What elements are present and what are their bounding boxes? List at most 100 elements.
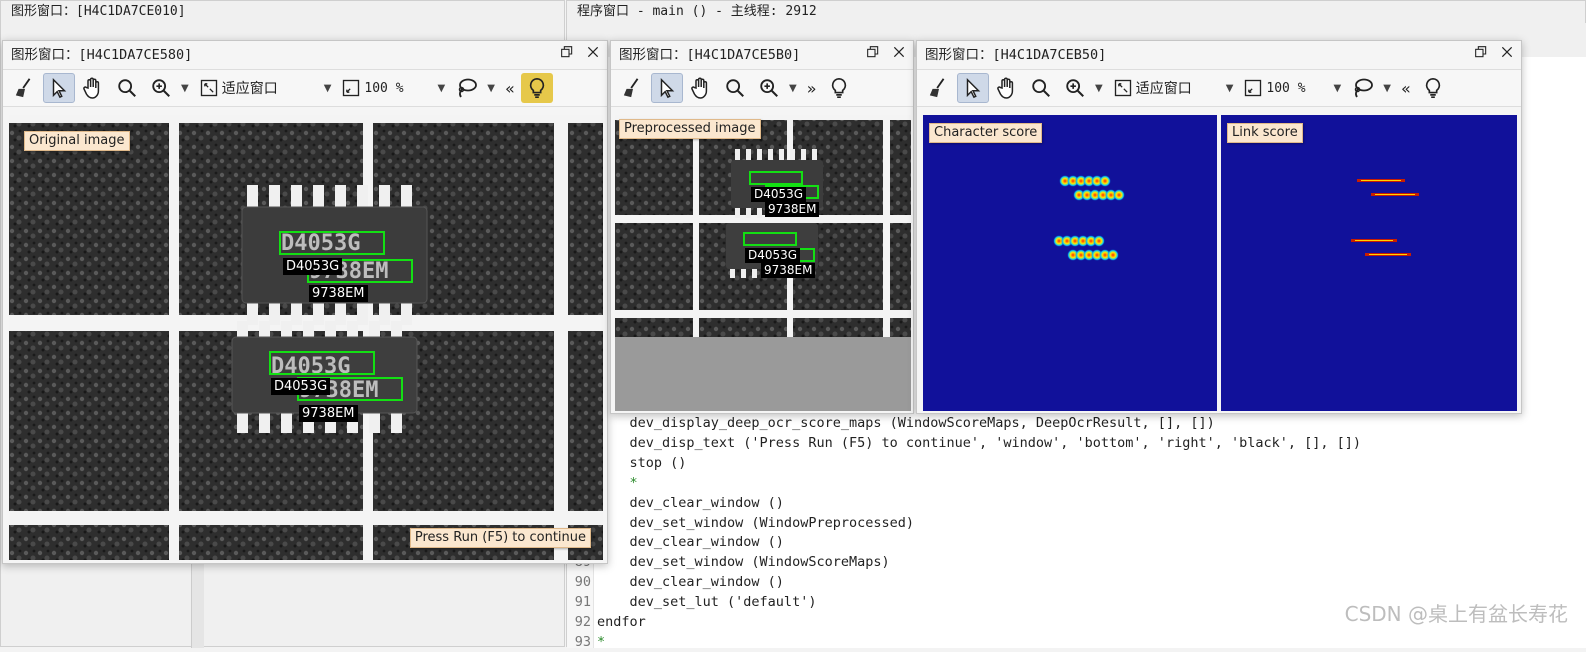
code-line[interactable]: 89 dev_set_window (WindowScoreMaps) — [567, 552, 890, 572]
link-score-heatmap — [1351, 179, 1419, 256]
close-button[interactable] — [1499, 41, 1515, 69]
original-image-window[interactable]: 图形窗口：[H4C1DA7CE580] ▼ 适应窗口 ▼ 100 % ▼ ▼ « — [2, 40, 608, 564]
clear-button[interactable] — [9, 73, 41, 103]
fit-window-button[interactable]: 适应窗口 — [195, 73, 282, 103]
pan-button[interactable] — [991, 73, 1023, 103]
close-icon — [585, 44, 601, 60]
code-line[interactable]: 83 dev_disp_text ('Press Run (F5) to con… — [567, 433, 1361, 453]
lasso-button[interactable] — [451, 73, 483, 103]
ocr-result-label: D4053G — [751, 187, 807, 202]
hand-icon — [689, 76, 713, 100]
hand-icon — [81, 76, 105, 100]
restore-button[interactable] — [559, 41, 575, 69]
fit-window-icon — [1113, 78, 1133, 98]
chevron-down-icon[interactable]: ▼ — [1334, 83, 1342, 94]
zoom-percent-button[interactable]: 100 % — [1239, 73, 1309, 103]
zoom-in-icon — [150, 77, 172, 99]
chevron-down-icon[interactable]: ▼ — [324, 83, 332, 94]
zoom-in-button[interactable] — [1059, 73, 1091, 103]
select-button[interactable] — [651, 73, 683, 103]
score-maps-window[interactable]: 图形窗口：[H4C1DA7CEB50] ▼ 适应窗口 ▼ 100 % ▼ ▼ « — [916, 40, 1522, 414]
clear-button[interactable] — [923, 73, 955, 103]
ocr-box — [279, 231, 385, 255]
window-title: 图形窗口：[H4C1DA7CEB50] — [925, 47, 1107, 63]
image-caption: Character score — [929, 123, 1043, 143]
code-line[interactable]: 82 dev_display_deep_ocr_score_maps (Wind… — [567, 413, 1215, 433]
ocr-result-label: D4053G — [271, 378, 331, 395]
clear-button[interactable] — [617, 73, 649, 103]
magnify-button[interactable] — [719, 73, 751, 103]
continue-message: Press Run (F5) to continue — [409, 528, 591, 548]
link-score-map[interactable]: Link score — [1221, 115, 1517, 411]
character-score-map[interactable]: Character score — [923, 115, 1217, 411]
magnify-button[interactable] — [1025, 73, 1057, 103]
ocr-result-label: D4053G — [745, 248, 801, 263]
lasso-icon — [455, 76, 479, 100]
broom-icon — [928, 77, 950, 99]
select-button[interactable] — [43, 73, 75, 103]
window-title-bar[interactable]: 图形窗口：[H4C1DA7CE5B0] — [611, 41, 913, 69]
fit-window-button[interactable]: 适应窗口 — [1109, 73, 1196, 103]
chevron-down-icon[interactable]: ▼ — [1095, 83, 1103, 94]
original-image-canvas[interactable]: D4053G 9738EM D4053G 9738EM D4053G 9738E… — [9, 115, 603, 560]
more-button[interactable]: » — [803, 73, 821, 103]
pan-button[interactable] — [77, 73, 109, 103]
magnify-button[interactable] — [111, 73, 143, 103]
code-line[interactable]: 93 * — [567, 632, 605, 652]
window-title-bar[interactable]: 图形窗口：[H4C1DA7CE580] — [3, 41, 607, 69]
zoom-percent-icon — [341, 78, 361, 98]
preprocessed-image-window[interactable]: 图形窗口：[H4C1DA7CE5B0] ▼ » D4053G 9738EM D4… — [610, 40, 914, 414]
bulb-button[interactable] — [823, 73, 855, 103]
select-button[interactable] — [957, 73, 989, 103]
ocr-result-label: 9738EM — [309, 285, 368, 302]
pointer-icon — [656, 77, 678, 99]
fit-window-label: 适应窗口 — [1135, 81, 1192, 97]
chevron-down-icon[interactable]: ▼ — [487, 83, 495, 94]
more-button[interactable]: « — [1397, 73, 1415, 103]
chevron-down-icon[interactable]: ▼ — [181, 83, 189, 94]
code-text: stop () — [597, 454, 687, 471]
restore-icon — [1473, 44, 1489, 60]
bulb-button[interactable] — [520, 73, 553, 103]
broom-icon — [622, 77, 644, 99]
chevron-down-icon[interactable]: ▼ — [789, 83, 797, 94]
more-button[interactable]: « — [501, 73, 519, 103]
ocr-result-label: 9738EM — [761, 263, 816, 278]
close-button[interactable] — [585, 41, 601, 69]
code-text: dev_display_deep_ocr_score_maps (WindowS… — [597, 415, 1215, 431]
lasso-button[interactable] — [1347, 73, 1379, 103]
graphics-toolbar: ▼ 适应窗口 ▼ 100 % ▼ ▼ « — [917, 69, 1521, 107]
bulb-icon — [1422, 77, 1444, 99]
pan-button[interactable] — [685, 73, 717, 103]
hand-icon — [995, 76, 1019, 100]
code-line[interactable]: 90 dev_clear_window () — [567, 572, 784, 592]
code-text: dev_disp_text ('Press Run (F5) to contin… — [597, 434, 1362, 451]
restore-button[interactable] — [1473, 41, 1489, 69]
chevron-down-icon[interactable]: ▼ — [438, 83, 446, 94]
restore-button[interactable] — [865, 41, 881, 69]
chevron-down-icon[interactable]: ▼ — [1226, 83, 1234, 94]
chevron-down-icon[interactable]: ▼ — [1383, 83, 1391, 94]
code-text: dev_set_lut ('default') — [597, 594, 817, 611]
zoom-percent-label: 100 % — [364, 80, 404, 96]
bulb-icon — [526, 77, 548, 99]
preprocessed-image-canvas[interactable]: D4053G 9738EM D4053G 9738EM Preprocessed… — [615, 115, 911, 411]
restore-icon — [865, 44, 881, 60]
restore-icon — [559, 44, 575, 60]
code-line[interactable]: 87 dev_set_window (WindowPreprocessed) — [567, 513, 914, 533]
program-window-title: 程序窗口 - main () - 主线程: 2912 — [567, 1, 1585, 23]
image-caption: Original image — [24, 131, 130, 151]
zoom-percent-button[interactable]: 100 % — [337, 73, 407, 103]
bulb-button[interactable] — [1417, 73, 1449, 103]
preprocessed-image — [615, 115, 911, 337]
code-line[interactable]: 91 dev_set_lut ('default') — [567, 592, 817, 612]
close-button[interactable] — [891, 41, 907, 69]
zoom-in-button[interactable] — [145, 73, 177, 103]
code-text: dev_set_window (WindowPreprocessed) — [597, 514, 914, 531]
watermark: CSDN @桌上有盆长寿花 — [1344, 602, 1568, 626]
pointer-icon — [48, 77, 70, 99]
fit-window-icon — [199, 78, 219, 98]
zoom-in-button[interactable] — [753, 73, 785, 103]
window-title-bar[interactable]: 图形窗口：[H4C1DA7CEB50] — [917, 41, 1521, 69]
code-line[interactable]: 92 endfor — [567, 612, 646, 632]
